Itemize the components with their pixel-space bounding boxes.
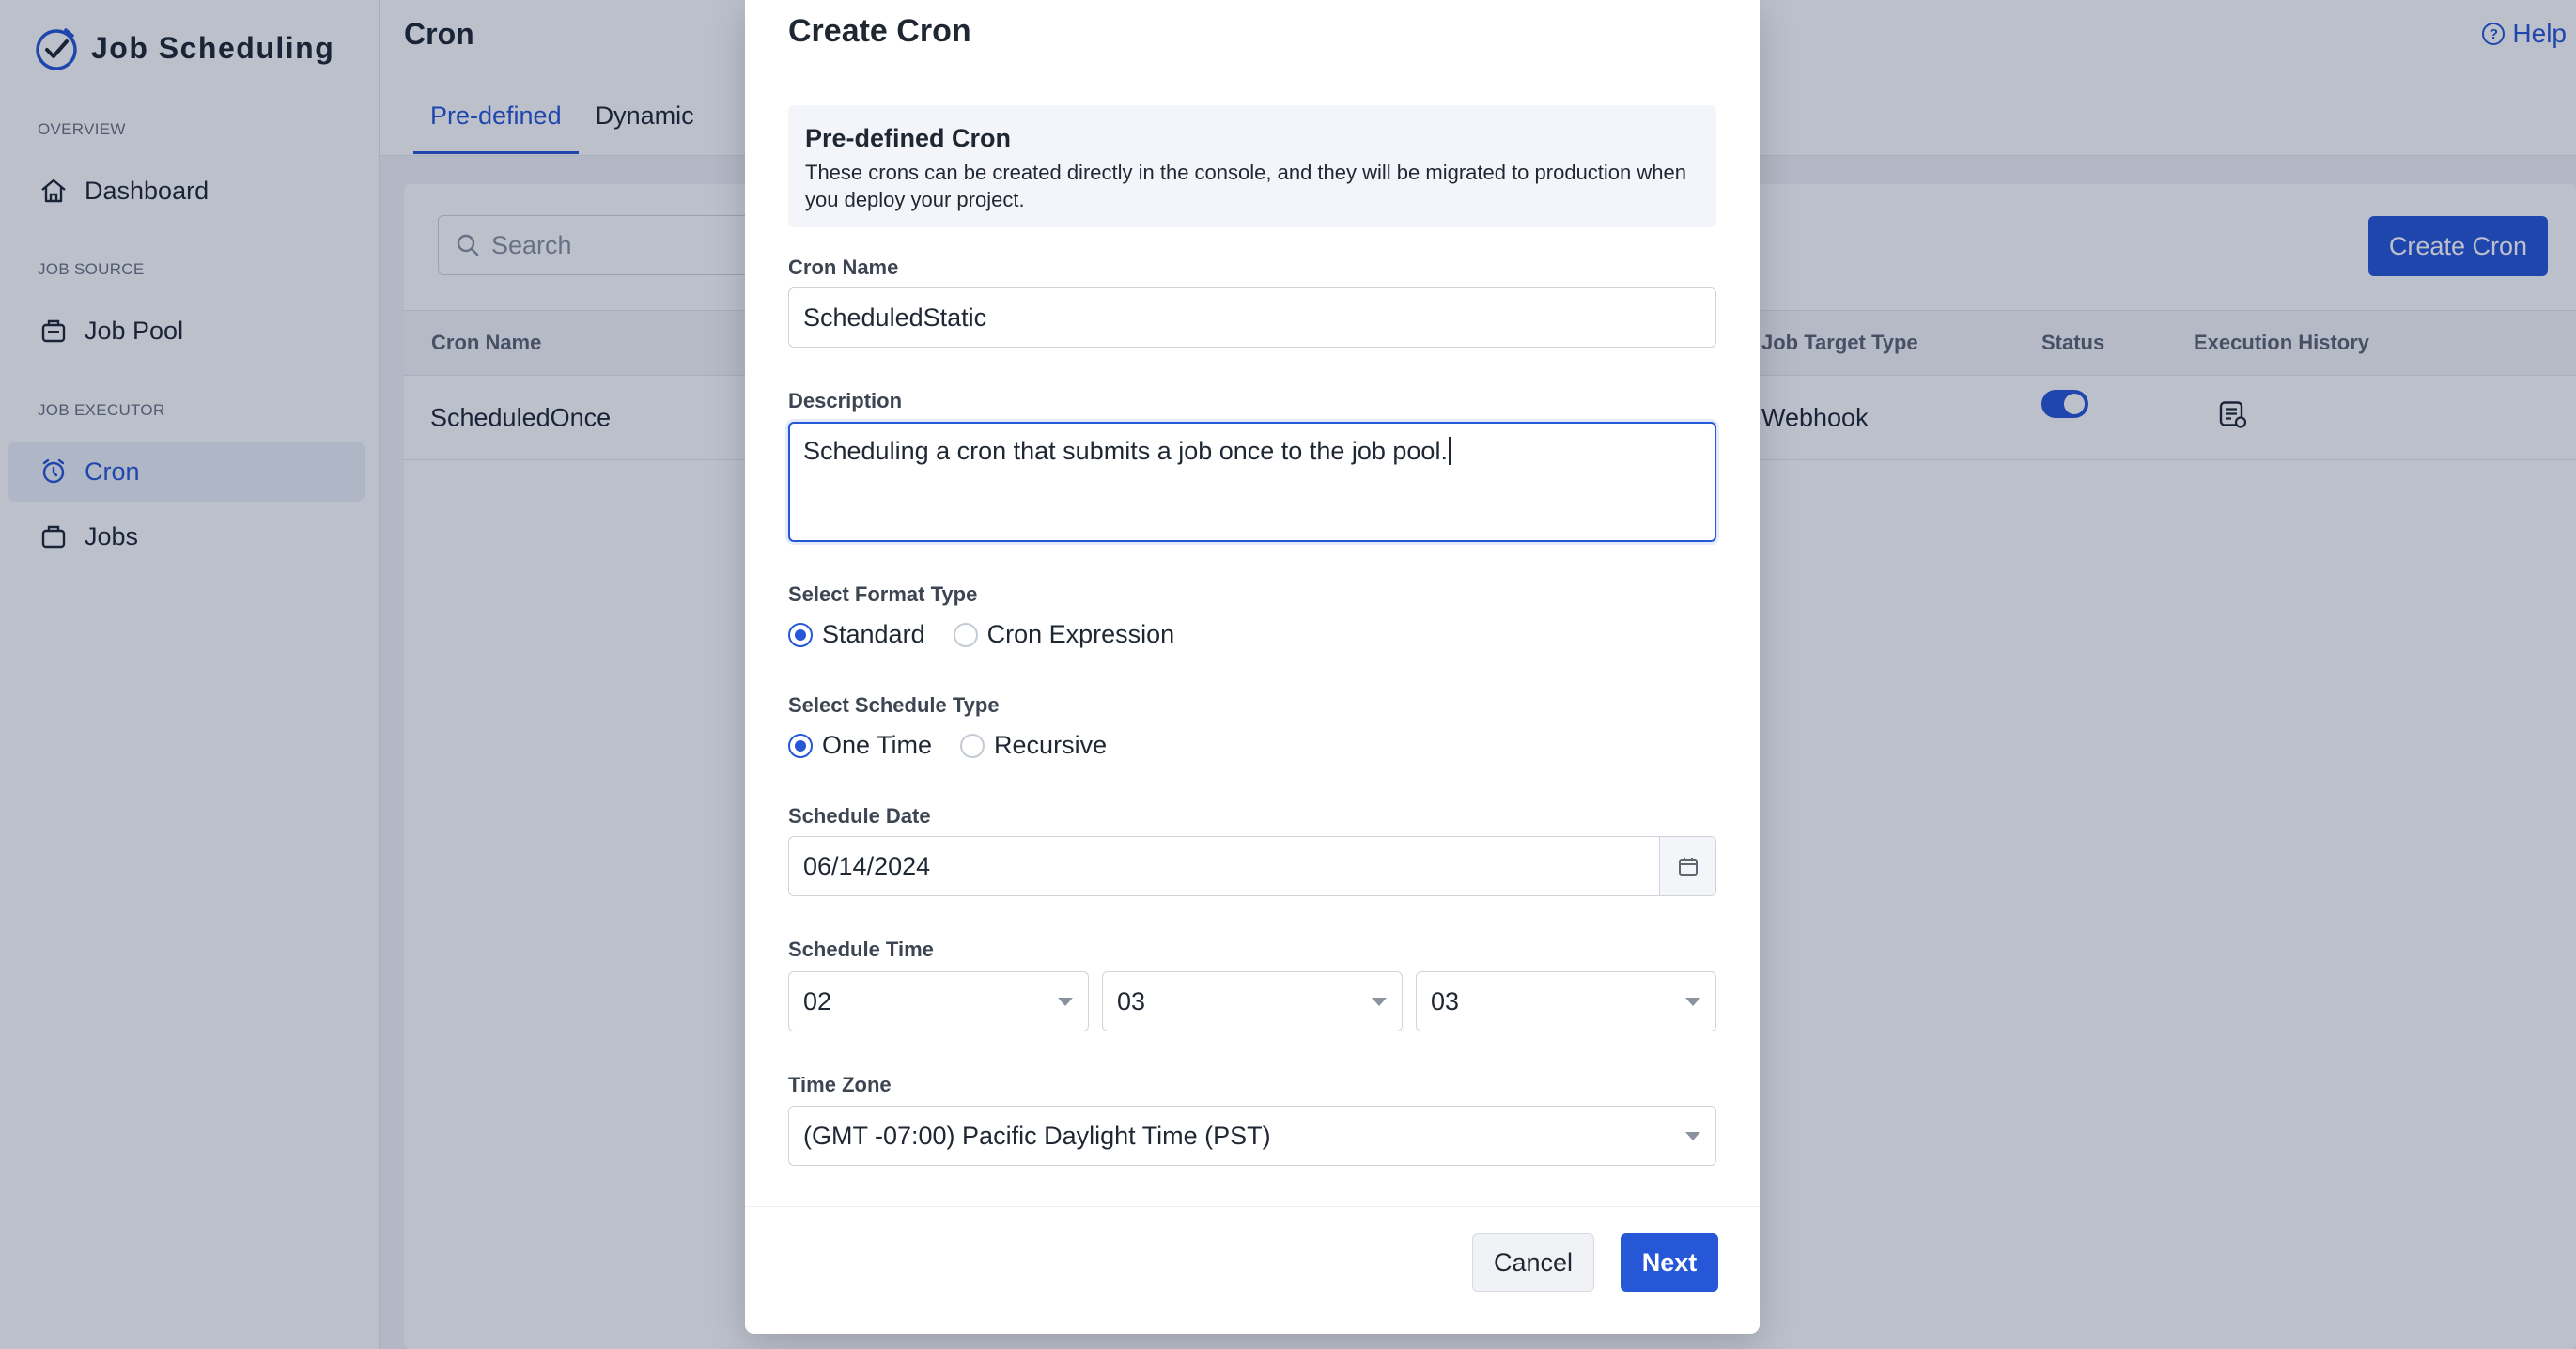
next-button[interactable]: Next (1621, 1233, 1718, 1292)
format-type-radio-group: Standard Cron Expression (788, 620, 1203, 649)
hour-select[interactable]: 02 (788, 971, 1089, 1031)
calendar-icon[interactable] (1659, 837, 1715, 895)
minute-select[interactable]: 03 (1102, 971, 1403, 1031)
radio-cron-expression[interactable] (953, 622, 978, 647)
radio-standard-label[interactable]: Standard (822, 620, 925, 649)
second-select[interactable]: 03 (1416, 971, 1716, 1031)
radio-one-time[interactable] (788, 733, 813, 758)
cancel-button[interactable]: Cancel (1472, 1233, 1594, 1292)
schedule-date-label: Schedule Date (788, 804, 931, 828)
info-title: Pre-defined Cron (805, 124, 1012, 152)
cron-name-label: Cron Name (788, 256, 899, 279)
chevron-down-icon (1685, 998, 1700, 1006)
schedule-date-field[interactable]: 06/14/2024 (788, 836, 1716, 896)
radio-cron-expression-label[interactable]: Cron Expression (987, 620, 1175, 649)
info-box: Pre-defined Cron These crons can be crea… (788, 105, 1716, 227)
schedule-date-value: 06/14/2024 (803, 851, 931, 880)
time-zone-label: Time Zone (788, 1073, 892, 1096)
description-label: Description (788, 389, 903, 412)
minute-value: 03 (1117, 986, 1146, 1016)
time-zone-value: (GMT -07:00) Pacific Daylight Time (PST) (803, 1121, 1271, 1150)
second-value: 03 (1431, 986, 1460, 1016)
chevron-down-icon (1372, 998, 1387, 1006)
text-cursor (1448, 437, 1451, 465)
cron-name-value: ScheduledStatic (803, 302, 987, 332)
hour-value: 02 (803, 986, 832, 1016)
info-text: These crons can be created directly in t… (805, 161, 1686, 211)
format-type-label: Select Format Type (788, 582, 978, 606)
time-zone-select[interactable]: (GMT -07:00) Pacific Daylight Time (PST) (788, 1106, 1716, 1166)
dialog-title: Create Cron (788, 13, 971, 49)
schedule-type-radio-group: One Time Recursive (788, 731, 1135, 760)
radio-recursive[interactable] (960, 733, 985, 758)
radio-one-time-label[interactable]: One Time (822, 731, 932, 760)
schedule-type-label: Select Schedule Type (788, 693, 1000, 717)
chevron-down-icon (1685, 1132, 1700, 1140)
schedule-time-label: Schedule Time (788, 938, 934, 961)
cron-name-field[interactable]: ScheduledStatic (788, 287, 1716, 348)
dialog-footer: Cancel Next (745, 1206, 1760, 1334)
description-value: Scheduling a cron that submits a job onc… (803, 437, 1448, 465)
chevron-down-icon (1058, 998, 1073, 1006)
create-cron-dialog: Create Cron Pre-defined Cron These crons… (745, 0, 1760, 1334)
radio-standard[interactable] (788, 622, 813, 647)
description-field[interactable]: Scheduling a cron that submits a job onc… (788, 422, 1716, 542)
radio-recursive-label[interactable]: Recursive (994, 731, 1107, 760)
